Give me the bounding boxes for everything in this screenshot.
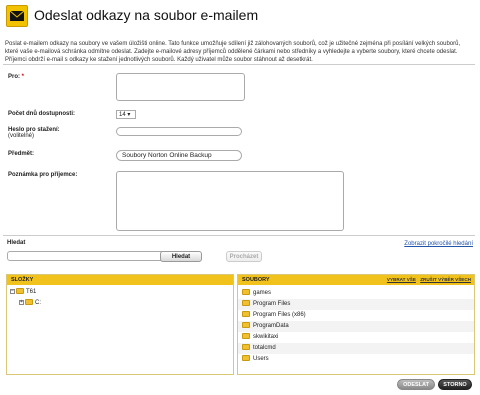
recipients-field[interactable] — [116, 73, 245, 101]
email-form: Pro: * Počet dnů dostupnosti: 14 ▾ Heslo… — [3, 64, 475, 236]
cancel-button[interactable]: STORNO — [438, 379, 472, 390]
page-title: Odeslat odkazy na soubor e-mailem — [34, 7, 259, 23]
folder-icon — [25, 299, 33, 306]
file-row[interactable]: Program Files — [238, 299, 474, 310]
folder-icon — [242, 300, 250, 307]
folder-icon — [242, 311, 250, 318]
to-label: Pro: * — [8, 74, 25, 80]
subject-label: Předmět: — [8, 151, 35, 157]
password-field[interactable] — [116, 127, 242, 136]
tree-item-c-drive[interactable]: + C: — [19, 299, 41, 307]
collapse-icon[interactable]: − — [10, 288, 15, 294]
intro-text: Poslat e-mailem odkazy na soubory ve vaš… — [5, 41, 461, 63]
tree-item-t61[interactable]: − T61 — [10, 288, 36, 296]
folder-icon — [242, 355, 250, 362]
file-row[interactable]: Users — [238, 354, 474, 365]
required-marker: * — [21, 74, 25, 80]
clear-selection-link[interactable]: ZRUŠIT VÝBĚR VŠECH — [420, 277, 471, 282]
days-label: Počet dnů dostupnosti: — [8, 111, 75, 117]
send-button[interactable]: ODESLAT — [397, 379, 435, 390]
folder-icon — [242, 344, 250, 351]
folder-icon — [16, 288, 24, 295]
file-row[interactable]: ProgramData — [238, 321, 474, 332]
file-row[interactable]: games — [238, 288, 474, 299]
folder-icon — [242, 333, 250, 340]
dialog-header: Odeslat odkazy na soubor e-mailem — [0, 0, 480, 35]
file-row[interactable]: Program Files (x86) — [238, 310, 474, 321]
folder-icon — [242, 322, 250, 329]
file-row[interactable]: totalcmd — [238, 343, 474, 354]
search-button[interactable]: Hledat — [160, 251, 202, 262]
search-input[interactable] — [7, 251, 169, 261]
folder-icon — [242, 289, 250, 296]
advanced-search-link[interactable]: Zobrazit pokročilé hledání — [404, 241, 473, 247]
subject-field[interactable]: Soubory Norton Online Backup — [116, 150, 242, 161]
note-label: Poznámka pro příjemce: — [8, 172, 78, 178]
expand-icon[interactable]: + — [19, 299, 24, 305]
search-label: Hledat — [7, 240, 26, 246]
files-panel: SOUBORY VYBRAT VŠE ZRUŠIT VÝBĚR VŠECH ga… — [237, 274, 475, 375]
files-header: SOUBORY VYBRAT VŠE ZRUŠIT VÝBĚR VŠECH — [238, 275, 474, 285]
note-field[interactable] — [116, 171, 344, 231]
folders-header: SLOŽKY — [7, 275, 233, 285]
search-area: Hledat Zobrazit pokročilé hledání Hledat… — [3, 240, 475, 268]
folders-panel: SLOŽKY − T61 + C: — [6, 274, 234, 375]
days-select[interactable]: 14 ▾ — [116, 110, 136, 119]
select-all-link[interactable]: VYBRAT VŠE — [387, 277, 416, 282]
file-row[interactable]: skwikitaxi — [238, 332, 474, 343]
password-optional-note: (volitelné) — [8, 133, 35, 139]
password-label: Heslo pro stažení: (volitelné) — [8, 127, 60, 139]
envelope-icon — [6, 5, 28, 27]
browse-button[interactable]: Procházet — [226, 251, 262, 262]
